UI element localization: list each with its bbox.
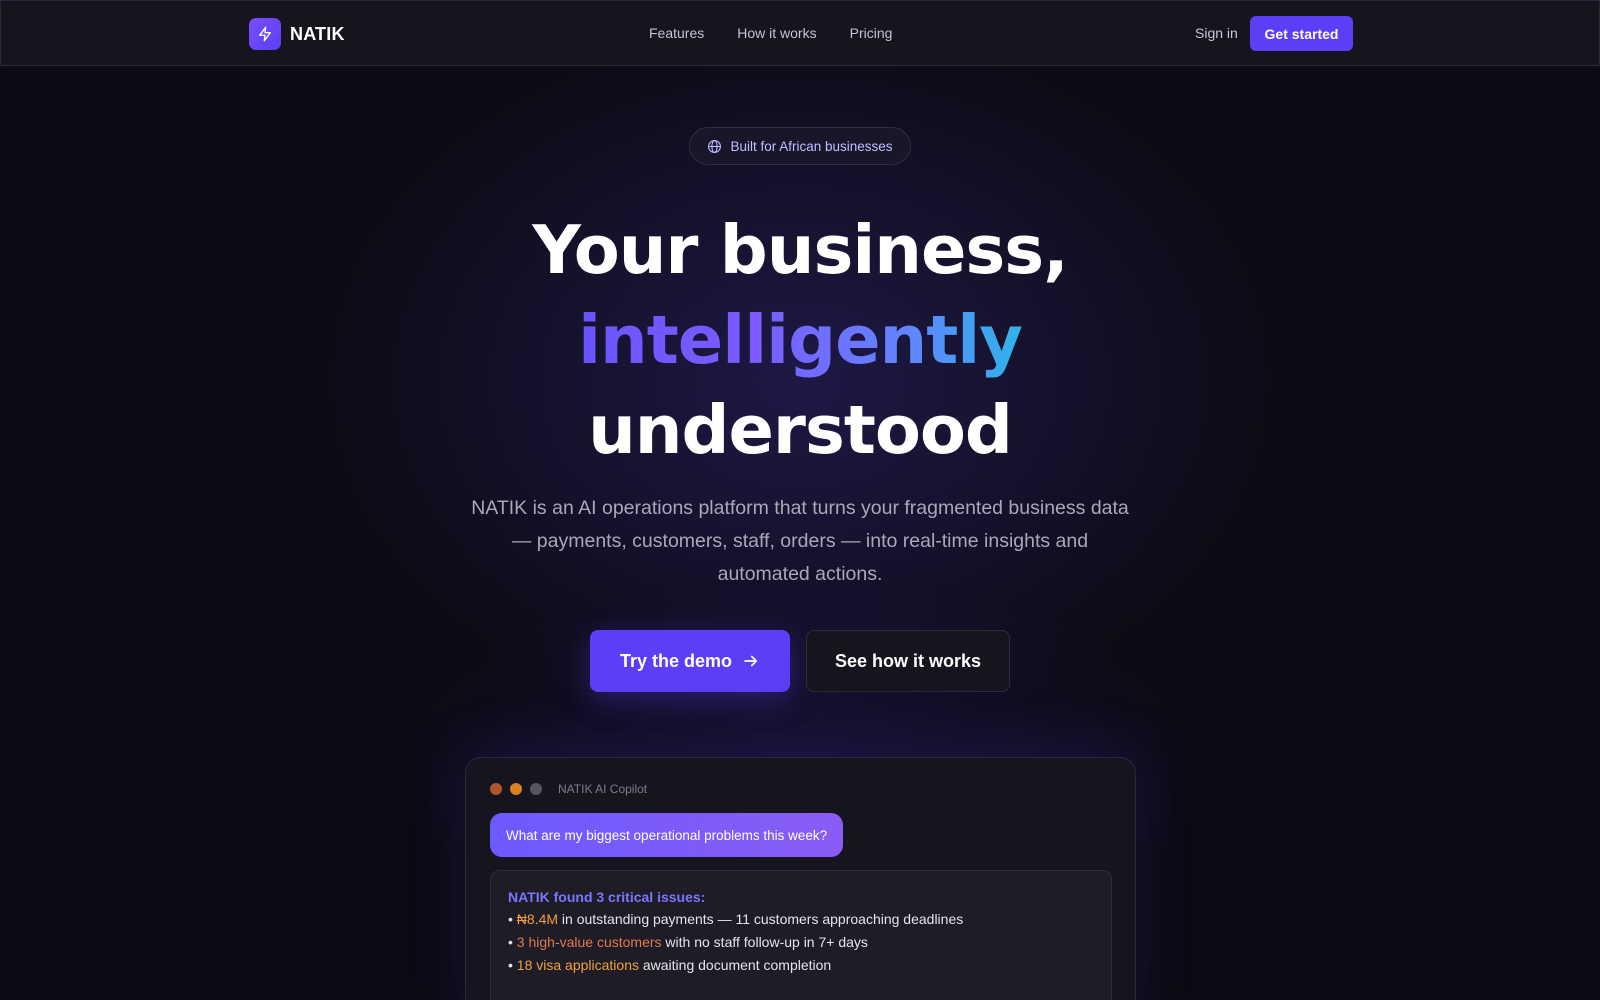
issue-highlight: ₦8.4M: [516, 911, 559, 927]
brand-logo[interactable]: NATIK: [249, 18, 345, 50]
issue-text: awaiting document completion: [638, 957, 832, 973]
hero-subtext: NATIK is an AI operations platform that …: [471, 497, 1129, 585]
sign-in-link[interactable]: Sign in: [1195, 25, 1238, 41]
issue-item: • 18 visa applications awaiting document…: [508, 957, 832, 973]
issue-highlight: 3 high-value customers: [516, 934, 662, 950]
see-how-it-works-button[interactable]: See how it works: [806, 630, 1010, 692]
window-controls: [490, 783, 542, 795]
reply-title: NATIK found 3 critical issues:: [508, 889, 706, 905]
headline-line-1: Your business,: [532, 211, 1068, 289]
headline-line-2-gradient: intelligently: [578, 301, 1023, 379]
nav-links: Features How it works Pricing: [649, 25, 892, 41]
nav-link-how-it-works[interactable]: How it works: [737, 25, 816, 41]
issue-highlight: 18 visa applications: [516, 957, 639, 973]
issue-text: with no staff follow-up in 7+ days: [661, 934, 868, 950]
hero-badge: Built for African businesses: [689, 127, 911, 165]
issue-item: • ₦8.4M in outstanding payments — 11 cus…: [508, 911, 964, 927]
try-demo-button[interactable]: Try the demo: [590, 630, 790, 692]
copilot-preview-card: NATIK AI Copilot What are my biggest ope…: [465, 757, 1136, 1000]
window-dot-3: [530, 783, 542, 795]
bolt-icon: [249, 18, 281, 50]
copilot-title: NATIK AI Copilot: [558, 782, 648, 796]
try-demo-label: Try the demo: [619, 650, 733, 671]
top-navbar: NATIK Features How it works Pricing Sign…: [0, 0, 1600, 66]
user-message-bubble: What are my biggest operational problems…: [490, 813, 844, 857]
window-dot-2: [510, 783, 522, 795]
issue-item: • 3 high-value customers with no staff f…: [508, 934, 868, 950]
issue-text: in outstanding payments — 11 customers a…: [558, 911, 964, 927]
window-dot-1: [490, 783, 502, 795]
ai-reply-bubble: NATIK found 3 critical issues: • ₦8.4M i…: [490, 870, 1112, 1000]
nav-link-features[interactable]: Features: [649, 25, 704, 41]
get-started-button[interactable]: Get started: [1250, 16, 1353, 51]
arrow-right-icon: [742, 652, 760, 670]
headline-line-3: understood: [588, 391, 1013, 469]
hero-headline: Your business, intelligently understood: [0, 205, 1600, 475]
brand-name: NATIK: [290, 23, 345, 44]
globe-icon: [707, 139, 722, 154]
nav-link-pricing[interactable]: Pricing: [850, 25, 893, 41]
hero-badge-label: Built for African businesses: [730, 138, 893, 154]
